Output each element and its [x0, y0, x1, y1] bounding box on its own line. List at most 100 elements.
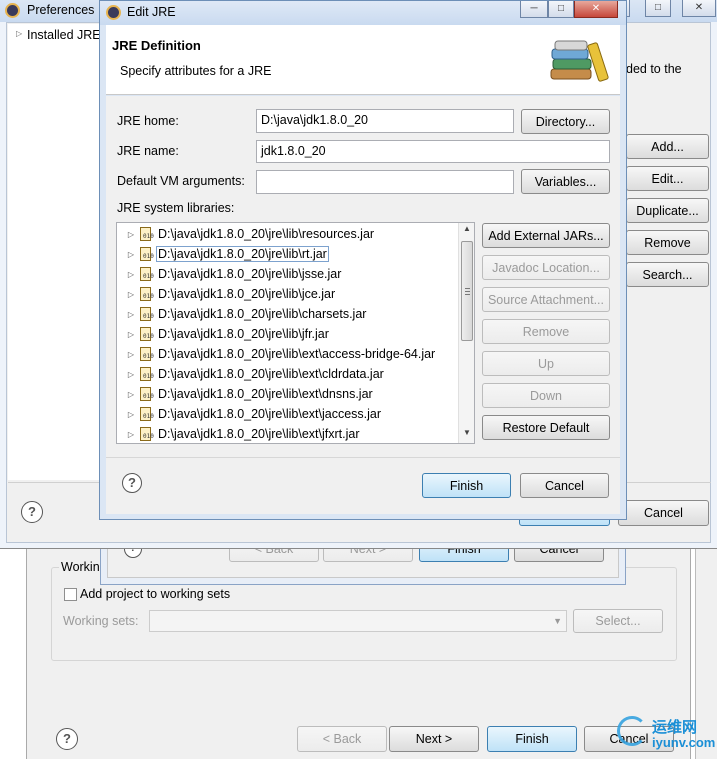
header-subtitle: Specify attributes for a JRE — [120, 64, 272, 78]
expand-arrow-icon[interactable]: ▷ — [123, 410, 139, 419]
jar-file-icon: 010 — [139, 307, 154, 321]
libraries-scrollbar[interactable]: ▲ ▼ — [458, 223, 474, 443]
preferences-edit-button[interactable]: Edit... — [626, 166, 709, 191]
jar-file-icon: 010 — [139, 427, 154, 441]
expand-arrow-icon[interactable]: ▷ — [123, 390, 139, 399]
jre-name-input[interactable]: jdk1.8.0_20 — [256, 140, 610, 163]
header-title: JRE Definition — [112, 38, 201, 53]
libraries-tree[interactable]: ▷ 010 D:\java\jdk1.8.0_20\jre\lib\resource… — [116, 222, 475, 444]
add-external-jars-button[interactable]: Add External JARs... — [482, 223, 610, 248]
expand-arrow-icon[interactable]: ▷ — [123, 310, 139, 319]
expand-arrow-icon[interactable]: ▷ — [123, 250, 139, 259]
preferences-close-button[interactable]: ✕ — [682, 0, 716, 17]
watermark-url: iyunv.com — [652, 735, 716, 750]
preferences-cancel-button[interactable]: Cancel — [618, 500, 709, 526]
preferences-remove-button[interactable]: Remove — [626, 230, 709, 255]
preferences-search-button[interactable]: Search... — [626, 262, 709, 287]
directory-button[interactable]: Directory... — [521, 109, 610, 134]
preferences-add-button[interactable]: Add... — [626, 134, 709, 159]
library-path: D:\java\jdk1.8.0_20\jre\lib\ext\access-b… — [158, 347, 436, 361]
expand-arrow-icon[interactable]: ▷ — [123, 230, 139, 239]
watermark-logo-icon — [617, 716, 647, 746]
preferences-duplicate-button[interactable]: Duplicate... — [626, 198, 709, 223]
library-path: D:\java\jdk1.8.0_20\jre\lib\ext\jaccess.… — [158, 407, 382, 421]
javadoc-location-button: Javadoc Location... — [482, 255, 610, 280]
working-sets-combo: ▼ — [149, 610, 567, 632]
preferences-title: Preferences — [27, 3, 95, 17]
expand-arrow-icon[interactable]: ▷ — [123, 330, 139, 339]
library-path: D:\java\jdk1.8.0_20\jre\lib\jsse.jar — [158, 267, 342, 281]
edit-jre-close-button[interactable]: ✕ — [574, 1, 618, 18]
scroll-up-arrow-icon[interactable]: ▲ — [459, 224, 474, 238]
library-path: D:\java\jdk1.8.0_20\jre\lib\rt.jar — [156, 246, 329, 262]
down-button: Down — [482, 383, 610, 408]
jre-name-label: JRE name: — [117, 144, 179, 158]
chevron-down-icon: ▼ — [553, 616, 562, 626]
library-path: D:\java\jdk1.8.0_20\jre\lib\charsets.jar — [158, 307, 367, 321]
vm-args-input[interactable] — [256, 170, 514, 194]
library-path: D:\java\jdk1.8.0_20\jre\lib\ext\jfxrt.ja… — [158, 427, 360, 441]
jre-home-input[interactable]: D:\java\jdk1.8.0_20 — [256, 109, 514, 133]
edit-jre-help-icon[interactable]: ? — [122, 473, 142, 493]
right-edge-panel — [695, 545, 717, 759]
source-attachment-button: Source Attachment... — [482, 287, 610, 312]
variables-button[interactable]: Variables... — [521, 169, 610, 194]
working-sets-group-title: Workin — [59, 560, 102, 574]
edit-jre-app-icon — [106, 5, 121, 20]
edit-jre-header — [106, 25, 620, 95]
preferences-maximize-button[interactable]: □ — [645, 0, 671, 17]
expand-arrow-icon[interactable]: ▷ — [123, 350, 139, 359]
library-row[interactable]: ▷ 010 D:\java\jdk1.8.0_20\jre\lib\ext\jfxr… — [123, 424, 360, 443]
edit-jre-minimize-button[interactable]: ─ — [520, 1, 548, 18]
library-path: D:\java\jdk1.8.0_20\jre\lib\ext\dnsns.ja… — [158, 387, 373, 401]
jar-file-icon: 010 — [139, 227, 154, 241]
expand-arrow-icon[interactable]: ▷ — [123, 370, 139, 379]
wizard-next-button[interactable]: Next > — [389, 726, 479, 752]
expand-arrow-icon[interactable]: ▷ — [123, 270, 139, 279]
jar-file-icon: 010 — [139, 287, 154, 301]
jar-file-icon: 010 — [139, 247, 154, 261]
scroll-thumb[interactable] — [461, 241, 473, 341]
wizard-help-icon[interactable]: ? — [56, 728, 78, 750]
library-row[interactable]: ▷ 010 D:\java\jdk1.8.0_20\jre\lib\ext\acce… — [123, 344, 435, 364]
edit-jre-dialog: Edit JRE ─ □ ✕ JRE Definition Specify at… — [99, 0, 627, 520]
library-row[interactable]: ▷ 010 D:\java\jdk1.8.0_20\jre\lib\jce.jar — [123, 284, 335, 304]
libraries-label: JRE system libraries: — [117, 201, 235, 215]
scroll-down-arrow-icon[interactable]: ▼ — [459, 428, 474, 442]
tree-item-installed-jre[interactable]: Installed JRE — [27, 28, 101, 42]
jre-home-label: JRE home: — [117, 114, 179, 128]
remove-library-button: Remove — [482, 319, 610, 344]
jar-file-icon: 010 — [139, 367, 154, 381]
wizard-back-button: < Back — [297, 726, 387, 752]
library-row[interactable]: ▷ 010 D:\java\jdk1.8.0_20\jre\lib\jfr.jar — [123, 324, 329, 344]
library-path: D:\java\jdk1.8.0_20\jre\lib\jfr.jar — [158, 327, 329, 341]
library-row[interactable]: ▷ 010 D:\java\jdk1.8.0_20\jre\lib\resource… — [123, 224, 374, 244]
jar-file-icon: 010 — [139, 267, 154, 281]
watermark-chinese: 运维网 — [652, 719, 698, 736]
expand-arrow-icon[interactable]: ▷ — [123, 430, 139, 439]
edit-jre-finish-button[interactable]: Finish — [422, 473, 511, 498]
library-row[interactable]: ▷ 010 D:\java\jdk1.8.0_20\jre\lib\jsse.jar — [123, 264, 341, 284]
library-path: D:\java\jdk1.8.0_20\jre\lib\ext\cldrdata… — [158, 367, 384, 381]
edit-jre-cancel-button[interactable]: Cancel — [520, 473, 609, 498]
library-row[interactable]: ▷ 010 D:\java\jdk1.8.0_20\jre\lib\charsets… — [123, 304, 366, 324]
tree-expand-icon[interactable]: ▷ — [16, 29, 22, 38]
jar-file-icon: 010 — [139, 407, 154, 421]
library-row[interactable]: ▷ 010 D:\java\jdk1.8.0_20\jre\lib\ext\dnsn… — [123, 384, 373, 404]
preferences-help-icon[interactable]: ? — [21, 501, 43, 523]
edit-jre-maximize-button[interactable]: □ — [548, 1, 574, 18]
wizard-finish-button[interactable]: Finish — [487, 726, 577, 752]
library-row[interactable]: ▷ 010 D:\java\jdk1.8.0_20\jre\lib\ext\jacc… — [123, 404, 381, 424]
library-path: D:\java\jdk1.8.0_20\jre\lib\jce.jar — [158, 287, 336, 301]
up-button: Up — [482, 351, 610, 376]
jar-file-icon: 010 — [139, 347, 154, 361]
library-row[interactable]: ▷ 010 D:\java\jdk1.8.0_20\jre\lib\ext\cldr… — [123, 364, 384, 384]
preferences-tree — [8, 24, 100, 480]
expand-arrow-icon[interactable]: ▷ — [123, 290, 139, 299]
library-path: D:\java\jdk1.8.0_20\jre\lib\resources.ja… — [158, 227, 375, 241]
add-project-checkbox[interactable] — [64, 588, 77, 601]
restore-default-button[interactable]: Restore Default — [482, 415, 610, 440]
books-icon — [549, 37, 609, 85]
library-row[interactable]: ▷ 010 D:\java\jdk1.8.0_20\jre\lib\rt.jar — [123, 244, 329, 264]
edit-jre-footer-separator — [106, 457, 620, 458]
